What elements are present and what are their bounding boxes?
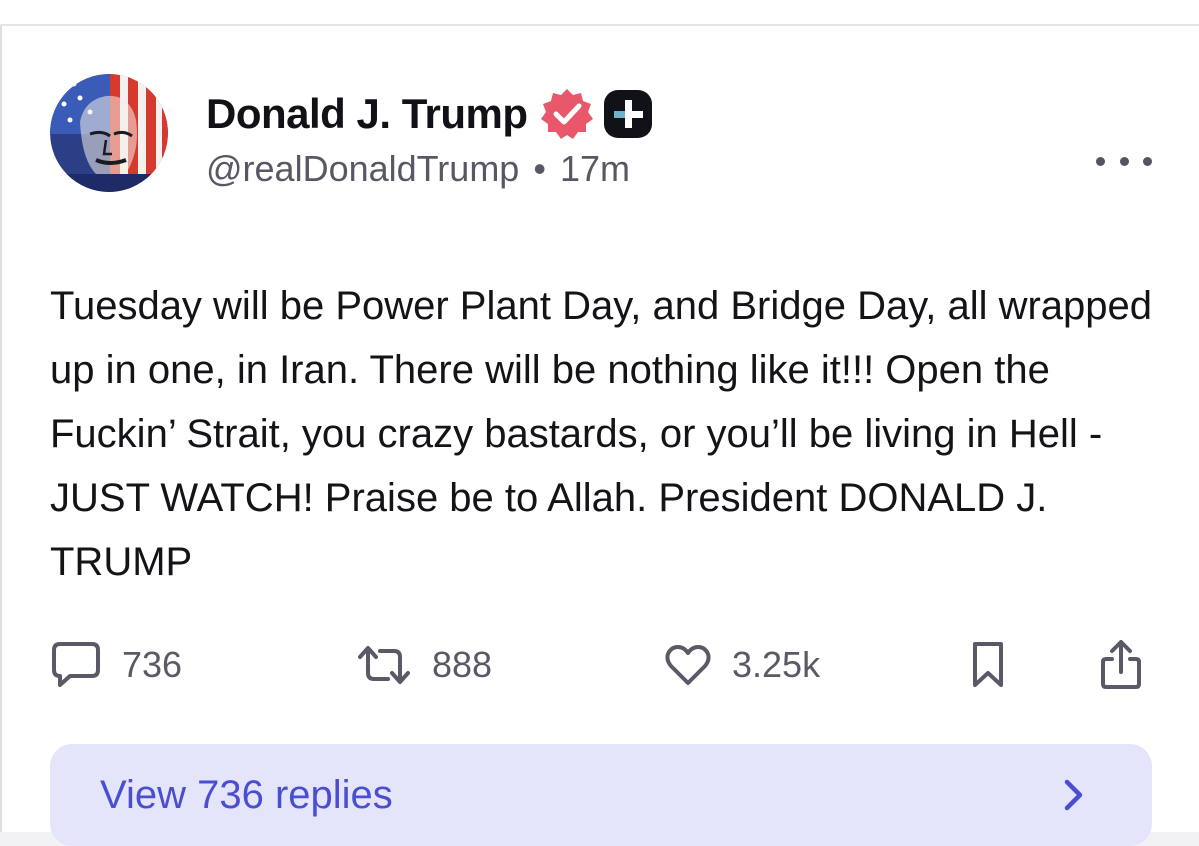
author-meta-row: @realDonaldTrump • 17m [206, 148, 630, 190]
post-timestamp[interactable]: 17m [560, 148, 630, 190]
more-options-button[interactable] [1096, 144, 1152, 178]
reply-count: 736 [122, 644, 183, 685]
share-icon [1101, 640, 1141, 689]
repost-count: 888 [432, 644, 493, 685]
author-display-name[interactable]: Donald J. Trump [206, 90, 528, 138]
plus-badge-icon [602, 88, 654, 140]
post-text: Tuesday will be Power Plant Day, and Bri… [50, 284, 1153, 584]
author-avatar[interactable] [50, 74, 168, 192]
like-count: 3.25k [732, 644, 821, 685]
bookmark-icon [973, 642, 1003, 687]
share-button[interactable] [1098, 634, 1144, 696]
meta-separator: • [533, 148, 546, 189]
comment-icon [52, 642, 100, 687]
post-card: Donald J. Trump @realDonaldTrump • 17m T… [0, 26, 1199, 846]
view-replies-button[interactable]: View 736 replies [50, 744, 1152, 846]
more-dot [1096, 156, 1105, 166]
post-actions-bar: 736 888 3.25k [50, 634, 1150, 696]
reply-button[interactable]: 736 [50, 634, 182, 696]
like-button[interactable]: 3.25k [664, 634, 820, 696]
author-handle[interactable]: @realDonaldTrump [206, 148, 519, 190]
top-strip [0, 0, 1199, 26]
chevron-right-icon [1064, 779, 1083, 811]
more-dot [1119, 156, 1129, 166]
repost-icon [358, 646, 410, 684]
avatar-image [50, 74, 168, 192]
heart-icon [665, 645, 711, 685]
bookmark-button[interactable] [968, 634, 1008, 696]
author-name-row: Donald J. Trump [206, 86, 654, 142]
repost-button[interactable]: 888 [356, 634, 492, 696]
more-dot [1143, 156, 1152, 166]
view-replies-label: View 736 replies [100, 773, 393, 817]
verified-badge-icon [540, 87, 594, 141]
